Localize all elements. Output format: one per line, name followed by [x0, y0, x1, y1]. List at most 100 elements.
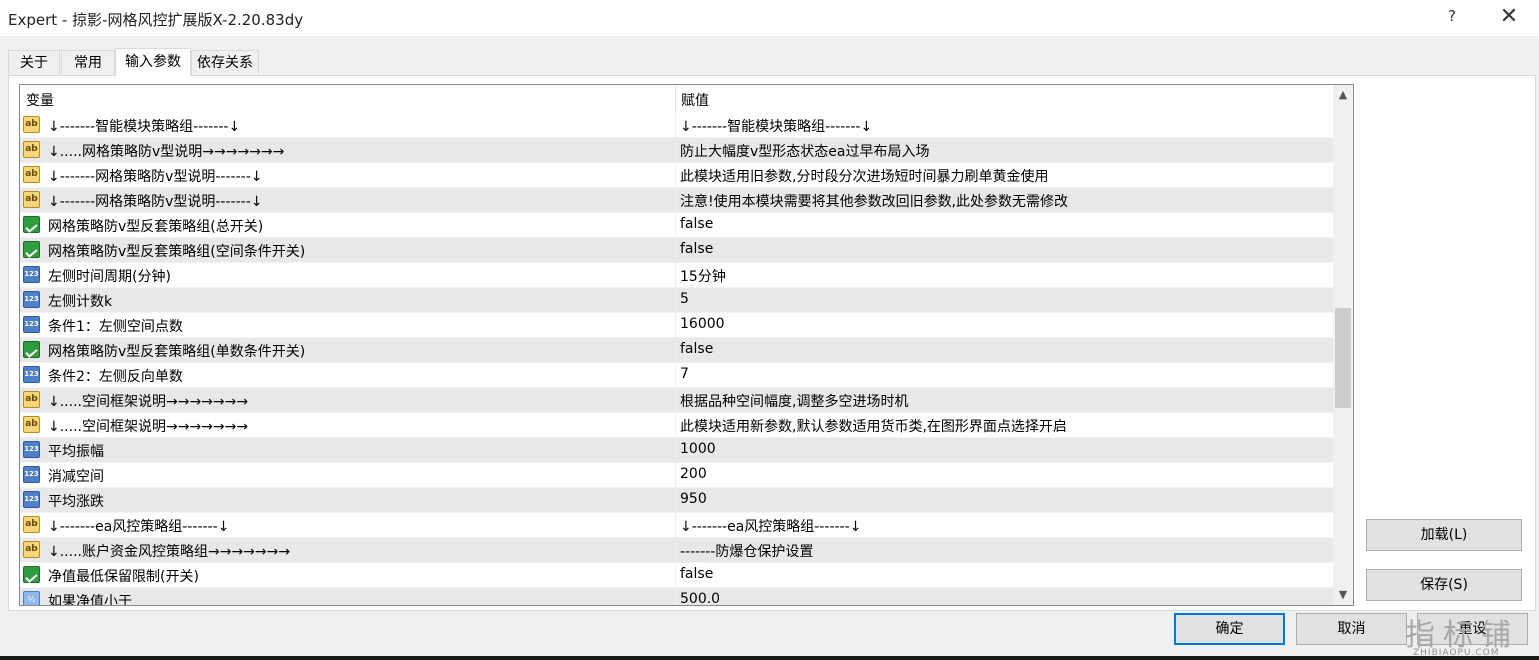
tab-inputs[interactable]: 输入参数: [115, 48, 191, 76]
table-row[interactable]: 净值最低保留限制(开关) false: [20, 563, 1333, 588]
table-row[interactable]: 网格策略防v型反套策略组(空间条件开关) false: [20, 238, 1333, 263]
cell-divider: [675, 113, 676, 138]
cell-divider: [675, 388, 676, 413]
parameter-value[interactable]: false: [680, 566, 713, 582]
parameter-name: 如果净值小于: [48, 594, 132, 606]
parameter-value[interactable]: 950: [680, 491, 707, 507]
table-row[interactable]: ab ↓.....空间框架说明→→→→→→→ 根据品种空间幅度,调整多空进场时机: [20, 388, 1333, 413]
table-row[interactable]: 123 消减空间 200: [20, 463, 1333, 488]
parameter-name: 左侧计数k: [48, 294, 113, 310]
parameter-value[interactable]: 防止大幅度v型形态状态ea过早布局入场: [680, 141, 929, 161]
cell-divider: [675, 513, 676, 538]
column-header-value[interactable]: 赋值: [681, 90, 709, 110]
int-icon: 123: [23, 466, 40, 483]
table-row[interactable]: ab ↓.....网格策略防v型说明→→→→→→→ 防止大幅度v型形态状态ea过早布…: [20, 138, 1333, 163]
bool-icon: [23, 241, 40, 258]
parameter-name: ↓.....空间框架说明→→→→→→→: [48, 394, 249, 410]
parameter-value[interactable]: 16000: [680, 316, 725, 332]
table-row[interactable]: ab ↓-------智能模块策略组-------↓ ↓-------智能模块策略组…: [20, 113, 1333, 138]
cell-divider: [675, 563, 676, 588]
tab-about[interactable]: 关于: [8, 50, 60, 74]
ab-icon: ab: [23, 191, 40, 208]
cell-divider: [675, 588, 676, 605]
parameter-name: 左侧时间周期(分钟): [48, 269, 171, 285]
scroll-up-arrow-icon[interactable]: ▲: [1333, 85, 1353, 105]
cell-divider: [675, 463, 676, 488]
parameter-name: ↓.....网格策略防v型说明→→→→→→→: [48, 144, 285, 160]
table-row[interactable]: ab ↓-------网格策略防v型说明-------↓ 此模块适用旧参数,分时段分…: [20, 163, 1333, 188]
table-row[interactable]: ab ↓.....空间框架说明→→→→→→→ 此模块适用新参数,默认参数适用货币类,…: [20, 413, 1333, 438]
bool-icon: [23, 566, 40, 583]
table-row[interactable]: 123 平均振幅 1000: [20, 438, 1333, 463]
parameter-name: 消减空间: [48, 469, 104, 485]
ab-icon: ab: [23, 516, 40, 533]
parameter-value[interactable]: -------防爆仓保护设置: [680, 541, 813, 561]
column-divider[interactable]: [675, 85, 676, 113]
parameter-value[interactable]: 200: [680, 466, 707, 482]
parameter-value[interactable]: false: [680, 216, 713, 232]
cell-divider: [675, 538, 676, 563]
cell-divider: [675, 488, 676, 513]
parameter-value[interactable]: false: [680, 341, 713, 357]
parameters-grid[interactable]: 变量 赋值 ab ↓-------智能模块策略组-------↓ ↓-------智…: [19, 84, 1354, 606]
ab-icon: ab: [23, 416, 40, 433]
ab-icon: ab: [23, 166, 40, 183]
ab-icon: ab: [23, 141, 40, 158]
cell-divider: [675, 138, 676, 163]
column-header-variable[interactable]: 变量: [26, 90, 54, 110]
int-icon: 123: [23, 491, 40, 508]
cell-divider: [675, 213, 676, 238]
table-row[interactable]: ab ↓-------ea风控策略组-------↓ ↓-------ea风控策略组…: [20, 513, 1333, 538]
cell-divider: [675, 288, 676, 313]
int-icon: 123: [23, 266, 40, 283]
parameter-value[interactable]: 15分钟: [680, 266, 726, 286]
int-icon: 123: [23, 291, 40, 308]
table-row[interactable]: 网格策略防v型反套策略组(总开关) false: [20, 213, 1333, 238]
table-row[interactable]: ab ↓-------网格策略防v型说明-------↓ 注意!使用本模块需要将其他…: [20, 188, 1333, 213]
cell-divider: [675, 163, 676, 188]
scroll-thumb[interactable]: [1335, 308, 1351, 408]
cancel-button[interactable]: 取消: [1296, 613, 1407, 645]
parameter-value[interactable]: ↓-------ea风控策略组-------↓: [680, 516, 861, 536]
parameter-value[interactable]: 注意!使用本模块需要将其他参数改回旧参数,此处参数无需修改: [680, 191, 1068, 211]
parameter-value[interactable]: 500.0: [680, 591, 720, 605]
cell-divider: [675, 413, 676, 438]
parameter-value[interactable]: 此模块适用新参数,默认参数适用货币类,在图形界面点选择开启: [680, 416, 1067, 436]
ok-button[interactable]: 确定: [1174, 613, 1285, 645]
taskbar-strip: [0, 656, 1539, 660]
close-button[interactable]: ✕: [1498, 5, 1520, 29]
table-row[interactable]: 123 平均涨跌 950: [20, 488, 1333, 513]
ab-icon: ab: [23, 116, 40, 133]
cell-divider: [675, 188, 676, 213]
parameter-value[interactable]: false: [680, 241, 713, 257]
table-row[interactable]: ½ 如果净值小于 500.0: [20, 588, 1333, 606]
parameter-value[interactable]: 5: [680, 291, 689, 307]
ab-icon: ab: [23, 541, 40, 558]
parameter-value[interactable]: 根据品种空间幅度,调整多空进场时机: [680, 391, 908, 411]
parameter-value[interactable]: ↓-------智能模块策略组-------↓: [680, 116, 872, 136]
grid-header: 变量 赋值: [20, 85, 1333, 113]
tab-common[interactable]: 常用: [61, 50, 115, 74]
parameter-name: 网格策略防v型反套策略组(空间条件开关): [48, 244, 306, 260]
parameter-value[interactable]: 此模块适用旧参数,分时段分次进场短时间暴力刷单黄金使用: [680, 166, 1048, 186]
title-bar: Expert - 掠影-网格风控扩展版X-2.20.83dy ? ✕: [0, 0, 1539, 36]
vertical-scrollbar[interactable]: ▲ ▼: [1333, 85, 1353, 605]
parameter-name: 条件2：左侧反向单数: [48, 369, 183, 385]
parameter-name: ↓-------网格策略防v型说明-------↓: [48, 169, 263, 185]
table-row[interactable]: 123 左侧时间周期(分钟) 15分钟: [20, 263, 1333, 288]
save-button[interactable]: 保存(S): [1366, 569, 1522, 601]
table-row[interactable]: ab ↓.....账户资金风控策略组→→→→→→→ -------防爆仓保护设置: [20, 538, 1333, 563]
parameter-value[interactable]: 7: [680, 366, 689, 382]
load-button[interactable]: 加载(L): [1366, 519, 1522, 551]
table-row[interactable]: 123 左侧计数k 5: [20, 288, 1333, 313]
help-button[interactable]: ?: [1443, 7, 1461, 27]
table-row[interactable]: 123 条件2：左侧反向单数 7: [20, 363, 1333, 388]
scroll-down-arrow-icon[interactable]: ▼: [1333, 585, 1353, 605]
table-row[interactable]: 123 条件1：左侧空间点数 16000: [20, 313, 1333, 338]
watermark: 指标铺 ZHIBIAOPU.COM: [1405, 610, 1535, 658]
tab-dependencies[interactable]: 依存关系: [191, 50, 259, 74]
window-title: Expert - 掠影-网格风控扩展版X-2.20.83dy: [8, 11, 304, 29]
cell-divider: [675, 438, 676, 463]
parameter-value[interactable]: 1000: [680, 441, 716, 457]
table-row[interactable]: 网格策略防v型反套策略组(单数条件开关) false: [20, 338, 1333, 363]
